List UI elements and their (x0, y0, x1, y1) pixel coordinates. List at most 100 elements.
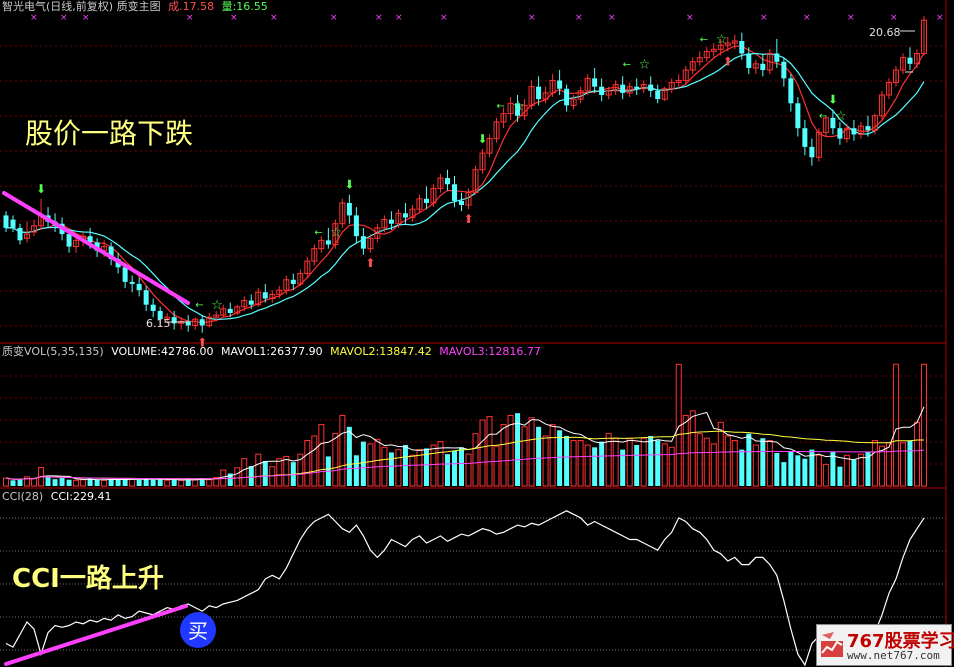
period-mark-icon: × (330, 13, 338, 23)
volume-bar (234, 467, 241, 487)
candle-body (599, 86, 605, 95)
vol-mavol2: MAVOL2:13847.42 (330, 345, 432, 358)
period-mark-icon: × (375, 13, 383, 23)
candle-body (143, 290, 149, 305)
volume-bar (843, 454, 850, 487)
period-mark-icon: × (847, 13, 855, 23)
volume-bar (353, 455, 359, 486)
moving-average-lines (6, 45, 925, 324)
volume-bar (444, 454, 450, 486)
volume-bar (367, 443, 374, 487)
candle-body (353, 215, 359, 237)
period-mark-icon: × (528, 13, 536, 23)
period-mark-icon: × (82, 13, 90, 23)
candle-body (620, 84, 626, 93)
volume-bar (255, 453, 262, 487)
volume-bar (507, 414, 514, 487)
volume-bar (599, 441, 605, 486)
up-arrow-icon: ⬆ (723, 54, 733, 68)
low-price-label: 6.15 (146, 317, 171, 330)
candle-body (346, 202, 352, 216)
ma-fast-line (6, 45, 925, 324)
volume-bar (150, 479, 156, 486)
volume-header: 质变VOL(5,35,135) VOLUME:42786.00 MAVOL1:2… (2, 345, 541, 358)
volume-bar (536, 426, 542, 486)
volume-bar (907, 440, 913, 486)
cci-value: CCI:229.41 (50, 490, 112, 503)
period-mark-icon: × (760, 13, 768, 23)
volume-bar (682, 414, 689, 487)
volume-bar (129, 478, 136, 487)
volume-bar (634, 445, 640, 486)
volume-bar (248, 466, 254, 486)
left-arrow-icon: ← (700, 34, 708, 45)
period-mark-icon: × (686, 13, 694, 23)
volume-value: 16.55 (236, 0, 268, 13)
candle-body (444, 178, 450, 185)
vol-volume: VOLUME:42786.00 (111, 345, 214, 358)
volume-bar (297, 453, 304, 487)
volume-bar (430, 444, 437, 487)
volume-bar (731, 439, 738, 487)
candle-body (290, 279, 296, 284)
candle-body (10, 219, 16, 228)
down-arrow-icon: ⬇ (344, 178, 354, 192)
star-signal-icon: ☆ (330, 225, 342, 240)
volume-bar (10, 480, 16, 486)
candle-body (648, 84, 654, 91)
volume-bar (66, 479, 72, 486)
volume-bar (557, 430, 563, 486)
volume-bar (774, 453, 780, 486)
candle-body (248, 300, 254, 305)
volume-bar (3, 477, 9, 487)
candle-body (592, 78, 598, 87)
price-downtrend-line (2, 191, 190, 305)
candle-body (66, 234, 72, 247)
candle-body (907, 57, 913, 64)
volume-bar (542, 435, 549, 487)
candle-body (774, 53, 780, 62)
volume-bar (746, 433, 752, 486)
period-mark-icon: × (608, 13, 616, 23)
candle-body (17, 227, 23, 241)
candle-body (150, 304, 156, 311)
volume-bar (451, 450, 457, 486)
volume-bar (283, 455, 290, 487)
watermark-logo: 767股票学习网 www.net767.com (816, 624, 954, 666)
candle-body (851, 128, 857, 135)
period-mark-icon: × (30, 13, 38, 23)
volume-bar (311, 435, 318, 487)
cost-value: 17.58 (182, 0, 215, 13)
volume-bar (521, 426, 528, 487)
volume-bar (739, 449, 745, 486)
volume-bar (570, 439, 577, 487)
volume-bar (766, 439, 773, 487)
candle-body (129, 281, 135, 284)
period-mark-icon: × (803, 13, 811, 23)
volume-bar (339, 414, 346, 487)
star-signal-icon: ☆ (835, 109, 847, 124)
volume-bar (136, 479, 142, 486)
candle-body (458, 200, 464, 206)
volume-bar (164, 479, 171, 487)
volume-bar (921, 363, 927, 487)
volume-bar (871, 439, 878, 487)
left-arrow-icon: ← (497, 101, 505, 112)
buy-label: 买 (188, 619, 208, 643)
volume-bar (710, 443, 717, 487)
period-mark-icon: × (936, 13, 944, 23)
candle-body (865, 126, 871, 131)
candle-body (564, 88, 570, 106)
vol-indicator-name: 质变VOL(5,35,135) (2, 345, 104, 358)
volume-bar (648, 435, 654, 486)
candle-body (634, 86, 640, 89)
price-annotation: 股价一路下跌 (25, 117, 194, 150)
vol-mavol3: MAVOL3:12816.77 (439, 345, 541, 358)
volume-bar (781, 462, 787, 486)
volume-bar (640, 437, 647, 487)
star-signal-icon: ☆ (211, 298, 223, 313)
candle-body (536, 86, 542, 100)
cci-uptrend-line (4, 604, 188, 666)
candle-body (199, 319, 205, 326)
candle-body (136, 283, 142, 291)
